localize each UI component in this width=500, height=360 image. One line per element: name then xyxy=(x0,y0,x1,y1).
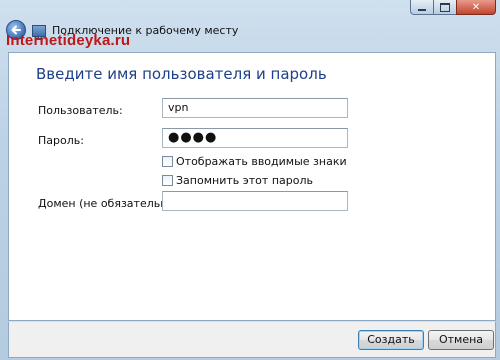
maximize-button[interactable] xyxy=(433,0,457,15)
domain-field[interactable] xyxy=(162,191,348,211)
show-chars-label: Отображать вводимые знаки xyxy=(176,155,347,168)
show-chars-option[interactable]: Отображать вводимые знаки xyxy=(162,155,347,168)
user-field[interactable]: vpn xyxy=(162,98,348,118)
dialog-content: Введите имя пользователя и пароль Пользо… xyxy=(8,52,496,321)
domain-label: Домен (не обязательно): xyxy=(38,197,183,210)
create-button[interactable]: Создать xyxy=(358,330,424,350)
cancel-button[interactable]: Отмена xyxy=(428,330,494,350)
minimize-icon xyxy=(418,8,426,11)
watermark: Internetideyka.ru xyxy=(6,32,131,49)
page-heading: Введите имя пользователя и пароль xyxy=(36,65,327,83)
show-chars-checkbox[interactable] xyxy=(162,156,173,167)
close-icon: ✕ xyxy=(471,1,481,13)
remember-password-checkbox[interactable] xyxy=(162,175,173,186)
password-field[interactable]: ●●●● xyxy=(162,128,348,148)
maximize-icon xyxy=(440,2,450,12)
password-label: Пароль: xyxy=(38,134,84,147)
remember-password-label: Запомнить этот пароль xyxy=(176,174,313,187)
window-frame: ✕ Подключение к рабочему месту Interneti… xyxy=(0,0,500,360)
minimize-button[interactable] xyxy=(410,0,434,15)
remember-password-option[interactable]: Запомнить этот пароль xyxy=(162,174,313,187)
dialog-footer: Создать Отмена xyxy=(8,321,496,358)
close-button[interactable]: ✕ xyxy=(456,0,496,15)
user-label: Пользователь: xyxy=(38,104,123,117)
